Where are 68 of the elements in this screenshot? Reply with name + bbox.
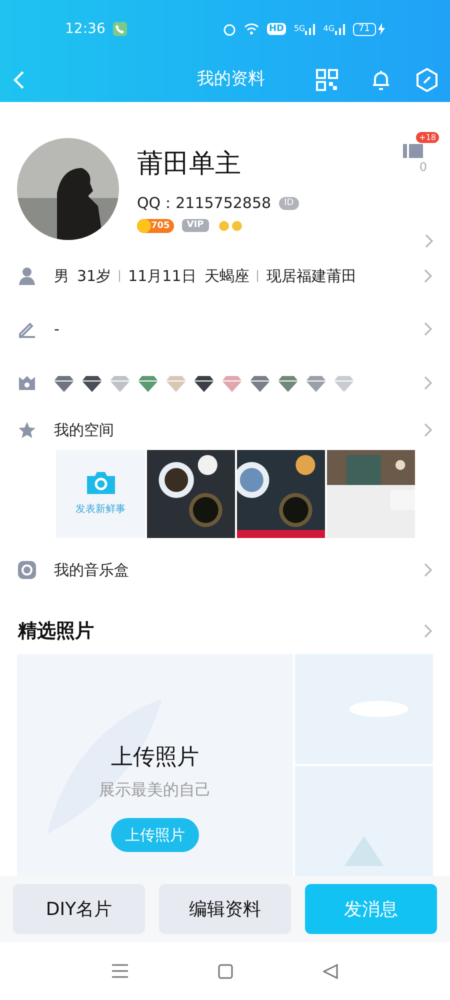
profile-info: 男 xyxy=(54,266,69,287)
chevron-right-icon xyxy=(424,376,432,390)
profile-info: 11月11日 xyxy=(128,266,196,287)
gem-icon xyxy=(334,374,354,392)
network-label: 4G xyxy=(323,25,335,33)
alarm-icon xyxy=(222,22,236,36)
music-icon xyxy=(18,561,36,579)
action-button[interactable]: DIY名片 xyxy=(13,884,145,934)
battery-level: 71 xyxy=(352,22,376,36)
wifi-icon xyxy=(244,23,259,35)
gem-icon xyxy=(110,374,130,392)
hexagon-icon[interactable] xyxy=(416,68,438,92)
pencil-icon xyxy=(18,320,36,338)
chevron-right-icon xyxy=(424,563,432,577)
upload-title: 上传照片 xyxy=(111,744,199,772)
charging-icon xyxy=(378,23,385,35)
chevron-right-icon xyxy=(424,269,432,283)
qq-number: QQ：2115752858 xyxy=(137,193,272,214)
camera-icon xyxy=(86,472,114,494)
level-badge: 705 xyxy=(137,218,174,232)
window-title: 我的资料 xyxy=(197,69,265,90)
phone-icon xyxy=(113,22,128,36)
gem-icon xyxy=(250,374,270,392)
vip-badge: VIP xyxy=(182,219,209,232)
gem-icon xyxy=(222,374,242,392)
profile-name: 莆田单主 xyxy=(137,148,242,180)
action-button[interactable]: 编辑资料 xyxy=(159,884,291,934)
star-icon xyxy=(18,421,36,439)
gem-icon xyxy=(306,374,326,392)
person-icon xyxy=(18,267,36,285)
action-button[interactable]: 发消息 xyxy=(305,884,437,934)
gem-icon xyxy=(82,374,102,392)
gem-icon xyxy=(194,374,214,392)
gem-icon xyxy=(54,374,74,392)
chevron-right-icon xyxy=(425,234,433,248)
chevron-right-icon xyxy=(424,423,432,437)
likes-count: 0 xyxy=(419,159,427,176)
space-title: 我的空间 xyxy=(54,420,115,441)
gem-icon xyxy=(138,374,158,392)
post-label: 发表新鲜事 xyxy=(76,502,126,516)
section-title: 精选照片 xyxy=(18,618,95,644)
id-tag[interactable]: ID xyxy=(279,196,299,210)
menu-icon[interactable] xyxy=(112,964,128,978)
status-time: 12:36 xyxy=(65,20,106,38)
hd-label: HD xyxy=(266,23,286,35)
back-icon[interactable] xyxy=(323,964,338,978)
upload-button[interactable]: 上传照片 xyxy=(111,818,199,852)
profile-info: 天蝎座 xyxy=(204,266,250,287)
coin-icon xyxy=(137,218,151,232)
home-icon[interactable] xyxy=(218,964,233,978)
signal-icon xyxy=(305,24,316,34)
signal-icon xyxy=(334,24,345,34)
gem-icon xyxy=(166,374,186,392)
back-icon[interactable] xyxy=(12,70,26,90)
chevron-right-icon xyxy=(424,322,432,336)
crown-box-icon xyxy=(18,375,36,391)
post-tile[interactable]: 发表新鲜事 xyxy=(56,450,145,538)
likes-badge: +18 xyxy=(416,132,439,143)
music-title: 我的音乐盒 xyxy=(54,560,130,581)
upload-subtitle: 展示最美的自己 xyxy=(99,779,211,801)
profile-info: 31岁 xyxy=(77,266,112,287)
profile-info: 现居福建莆田 xyxy=(266,266,356,287)
chevron-right-icon xyxy=(424,624,432,638)
qr-code-icon[interactable] xyxy=(316,69,338,91)
bell-icon[interactable] xyxy=(370,69,392,91)
network-label: 5G xyxy=(294,25,306,33)
gem-icon xyxy=(278,374,298,392)
signature-text: - xyxy=(54,318,60,340)
